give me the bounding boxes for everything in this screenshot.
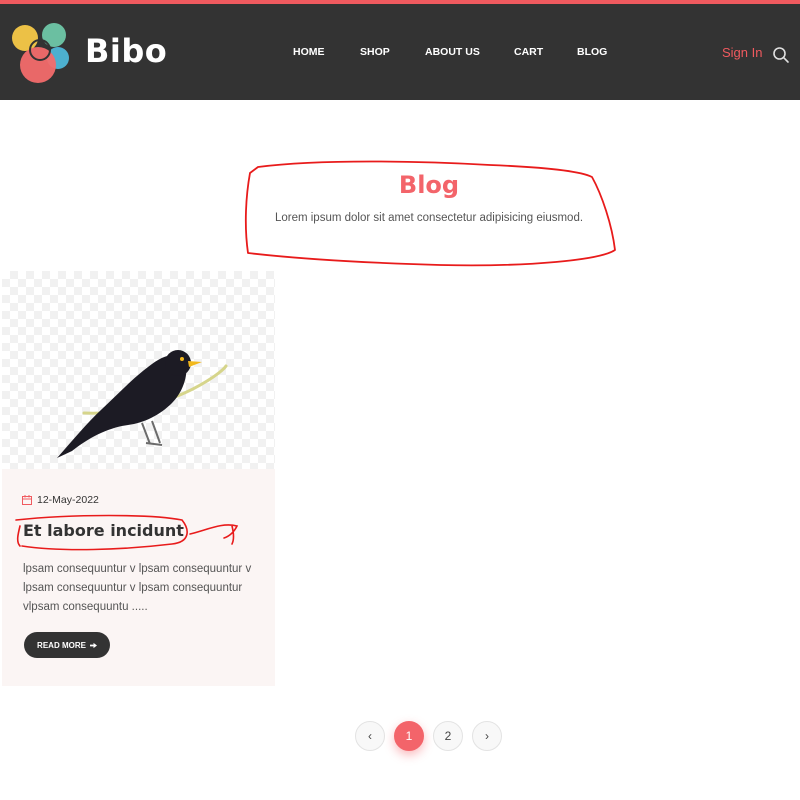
pagination-next-button[interactable]: › bbox=[472, 721, 502, 751]
pagination-prev-button[interactable]: ‹ bbox=[355, 721, 385, 751]
page-title: Blog bbox=[398, 171, 460, 199]
pagination-page-1[interactable]: 1 bbox=[394, 721, 424, 751]
post-image[interactable] bbox=[2, 271, 275, 469]
post-excerpt: lpsam consequuntur v lpsam consequuntur … bbox=[23, 563, 252, 613]
page-subtitle: Lorem ipsum dolor sit amet consectetur a… bbox=[274, 212, 584, 224]
post-title[interactable]: Et labore incidunt bbox=[23, 521, 184, 540]
calendar-icon bbox=[22, 495, 32, 505]
nav-item-shop[interactable]: SHOP bbox=[360, 46, 390, 58]
blackbird-icon bbox=[57, 350, 228, 458]
brand-name: Bibo bbox=[85, 32, 168, 70]
pagination-page-2[interactable]: 2 bbox=[433, 721, 463, 751]
nav-item-blog[interactable]: BLOG bbox=[577, 46, 607, 58]
nav-item-about-us[interactable]: ABOUT US bbox=[425, 46, 480, 58]
brand-logo[interactable]: Bibo bbox=[10, 18, 170, 88]
arrow-right-icon bbox=[89, 642, 97, 648]
post-date: 12-May-2022 bbox=[22, 494, 99, 506]
blog-post-card bbox=[2, 271, 275, 686]
read-more-button[interactable]: READ MORE bbox=[24, 632, 110, 658]
nav-item-home[interactable]: HOME bbox=[293, 46, 325, 58]
sign-in-link[interactable]: Sign In bbox=[722, 45, 762, 60]
read-more-label: READ MORE bbox=[37, 640, 86, 650]
search-icon[interactable] bbox=[772, 46, 790, 64]
post-date-text: 12-May-2022 bbox=[37, 494, 99, 506]
site-header: Bibo HOME SHOP ABOUT US CART BLOG Sign I… bbox=[0, 4, 800, 100]
logo-bubbles-icon bbox=[12, 23, 69, 83]
nav-item-cart[interactable]: CART bbox=[514, 46, 543, 58]
